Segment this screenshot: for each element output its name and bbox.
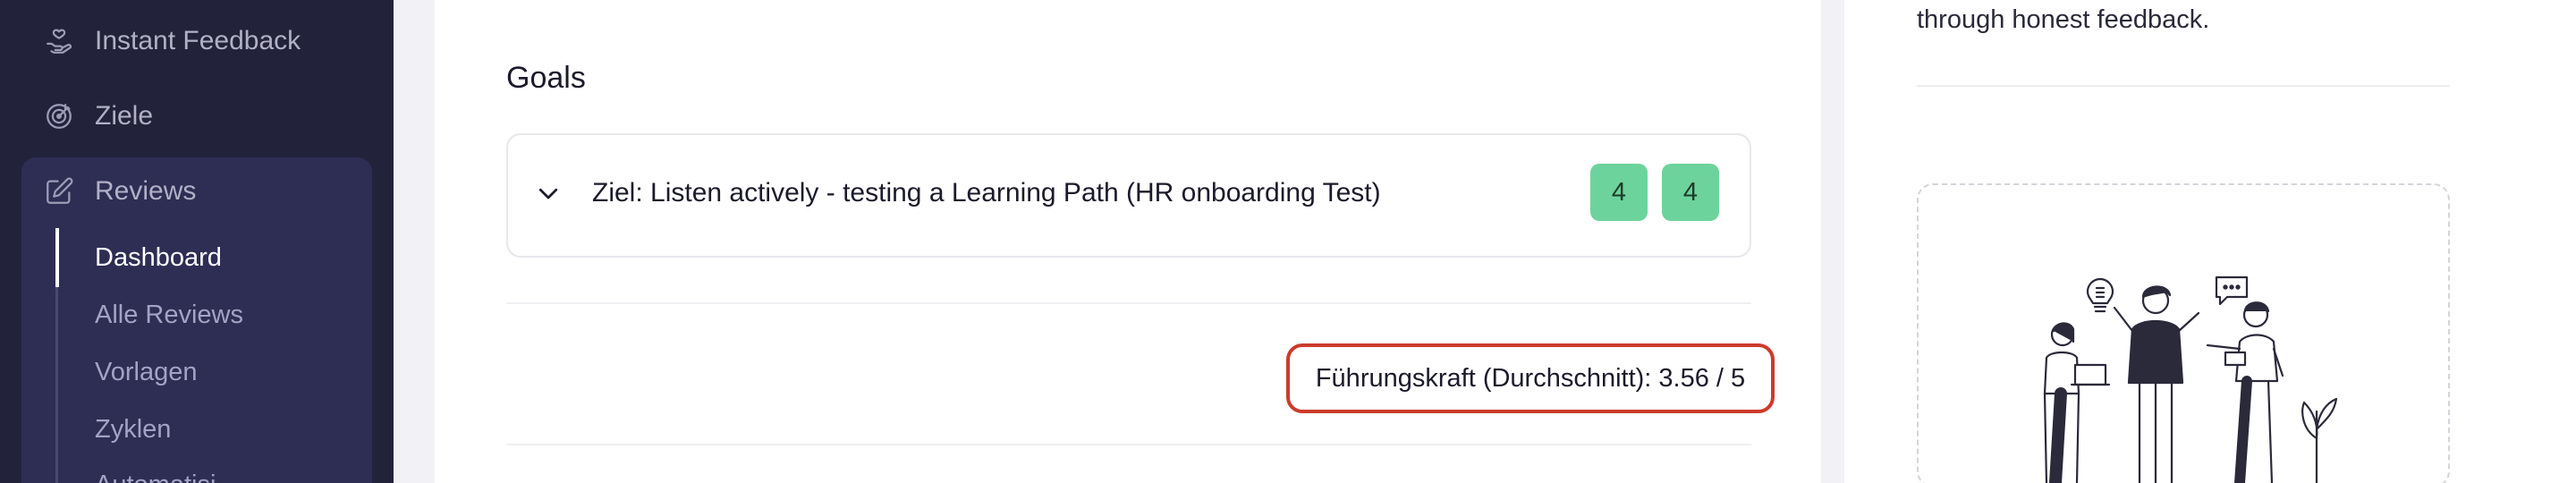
average-score-highlight: Führungskraft (Durchschnitt): 3.56 / 5 (1286, 343, 1775, 413)
subnav-active-indicator (55, 228, 59, 287)
score-badge: 4 (1590, 164, 1648, 221)
sidebar-item-instant-feedback[interactable]: Instant Feedback (43, 25, 301, 57)
sidebar-item-reviews[interactable]: Reviews (43, 175, 196, 208)
score-badge: 4 (1662, 164, 1719, 221)
subnav-item-automatisierung[interactable]: Automatisi... (95, 470, 238, 483)
info-text: through honest feedback. (1917, 5, 2210, 34)
divider (506, 444, 1751, 445)
sidebar-item-label: Reviews (95, 176, 197, 206)
sidebar-item-label: Ziele (95, 101, 154, 131)
sidebar-item-label: Instant Feedback (95, 26, 301, 55)
subnav-item-dashboard[interactable]: Dashboard (95, 243, 222, 273)
person-right (2206, 301, 2284, 483)
lightbulb-icon (2086, 277, 2114, 313)
team-illustration (2043, 275, 2338, 483)
subnav-item-vorlagen[interactable]: Vorlagen (95, 358, 198, 387)
speech-bubble-icon (2215, 275, 2249, 306)
edit-icon (43, 175, 75, 208)
sidebar-item-ziele[interactable]: Ziele (43, 100, 153, 132)
target-icon (43, 100, 75, 132)
person-left (2043, 322, 2111, 483)
person-center (2113, 285, 2200, 483)
average-score-text: Führungskraft (Durchschnitt): 3.56 / 5 (1315, 363, 1746, 393)
subnav-item-alle-reviews[interactable]: Alle Reviews (95, 301, 243, 330)
section-title-goals: Goals (506, 61, 586, 95)
divider (1917, 85, 2450, 87)
hand-heart-icon (43, 25, 75, 57)
plant-icon (2301, 397, 2338, 483)
chevron-down-icon[interactable] (535, 180, 562, 207)
goal-title: Ziel: Listen actively - testing a Learni… (592, 178, 1381, 208)
subnav-item-zyklen[interactable]: Zyklen (95, 415, 171, 445)
divider (506, 302, 1751, 304)
